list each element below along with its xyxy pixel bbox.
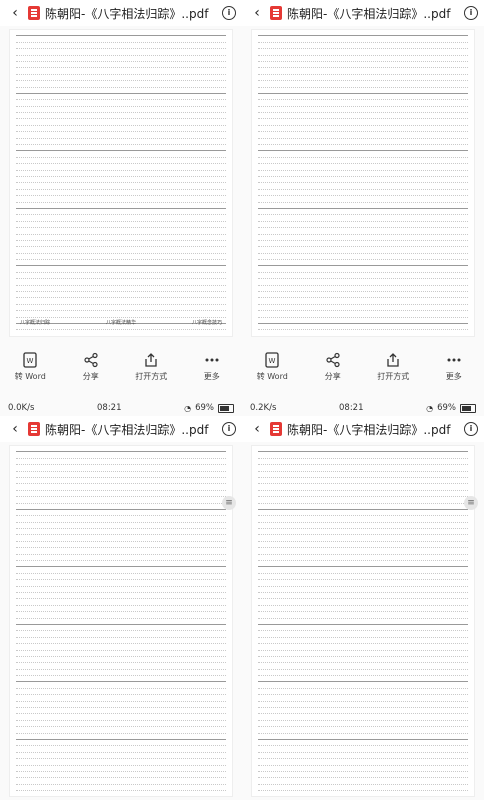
top-bar: ‹ 陈朝阳-《八字相法归踪》..pdf i: [0, 416, 242, 442]
pdf-page[interactable]: 八字概法归踪 八字概法精华 八字概念技巧: [10, 30, 232, 336]
word-convert-icon: W: [265, 352, 279, 368]
document-title: 陈朝阳-《八字相法归踪》..pdf: [287, 6, 451, 21]
action-label: 转 Word: [256, 372, 288, 381]
action-label: 更多: [445, 372, 462, 381]
toc-lines: [10, 446, 232, 796]
word-convert-icon: W: [23, 352, 37, 368]
top-bar: ‹ 陈朝阳-《八字相法归踪》..pdf i: [242, 0, 484, 26]
screenshot-grid: ‹ 陈朝阳-《八字相法归踪》..pdf i 八字概法归踪 八字概法精华 八字概念…: [0, 0, 484, 800]
action-label: 打开方式: [377, 372, 410, 381]
scroll-handle-icon[interactable]: ≡: [222, 496, 236, 510]
pdf-page[interactable]: [252, 30, 474, 336]
battery-text: 69%: [195, 403, 214, 413]
more-button[interactable]: 更多: [429, 352, 479, 382]
status-right: ◔ 69%: [184, 403, 234, 413]
toc-line: [16, 791, 226, 796]
svg-text:W: W: [27, 357, 34, 365]
wifi-icon: ◔: [184, 403, 192, 413]
page-footer: 八字概法归踪 八字概法精华 八字概念技巧: [20, 319, 222, 326]
top-bar: ‹ 陈朝阳-《八字相法归踪》..pdf i: [0, 0, 242, 26]
toc-lines: [252, 30, 474, 336]
status-right: ◔ 69%: [426, 403, 476, 413]
bottom-action-bar: W 转 Word 分享 打开方式 更多: [0, 348, 242, 400]
panel-top-right: ‹ 陈朝阳-《八字相法归踪》..pdf i W 转 Word 分享 打开方式 更…: [242, 0, 484, 400]
network-speed: 0.0K/s: [8, 403, 35, 413]
back-arrow-icon[interactable]: ‹: [6, 421, 24, 437]
action-label: 更多: [203, 372, 220, 381]
share-icon: [84, 352, 98, 368]
more-button[interactable]: 更多: [187, 352, 237, 382]
share-button[interactable]: 分享: [308, 352, 358, 382]
status-bar: 0.0K/s 08:21 ◔ 69%: [0, 400, 242, 416]
pdf-file-icon: [270, 6, 282, 20]
status-left: 0.2K/s: [250, 403, 276, 413]
document-title: 陈朝阳-《八字相法归踪》..pdf: [287, 422, 451, 437]
network-speed: 0.2K/s: [250, 403, 277, 413]
open-with-button[interactable]: 打开方式: [126, 352, 176, 382]
pdf-file-icon: [28, 422, 40, 436]
scroll-handle-icon[interactable]: ≡: [464, 496, 478, 510]
more-dots-icon: [205, 358, 219, 362]
toc-line: [16, 330, 226, 336]
toc-lines: [10, 30, 232, 336]
pdf-page[interactable]: [252, 446, 474, 796]
pdf-file-icon: [270, 422, 282, 436]
open-with-icon: [145, 353, 157, 367]
share-icon: [326, 352, 340, 368]
status-time: 08:21: [97, 403, 122, 413]
document-title: 陈朝阳-《八字相法归踪》..pdf: [45, 422, 209, 437]
status-time: 08:21: [339, 403, 364, 413]
pdf-file-icon: [28, 6, 40, 20]
svg-text:W: W: [269, 357, 276, 365]
info-icon[interactable]: i: [222, 6, 236, 20]
share-button[interactable]: 分享: [66, 352, 116, 382]
info-icon[interactable]: i: [464, 422, 478, 436]
convert-word-button[interactable]: W 转 Word: [5, 352, 55, 382]
toc-line: [258, 330, 468, 336]
wifi-icon: ◔: [426, 403, 434, 413]
battery-icon: [218, 403, 234, 413]
open-with-button[interactable]: 打开方式: [368, 352, 418, 382]
more-dots-icon: [447, 358, 461, 362]
info-icon[interactable]: i: [222, 422, 236, 436]
open-with-icon: [387, 353, 399, 367]
battery-text: 69%: [437, 403, 456, 413]
back-arrow-icon[interactable]: ‹: [6, 5, 24, 21]
toc-line: [258, 791, 468, 796]
panel-top-left: ‹ 陈朝阳-《八字相法归踪》..pdf i 八字概法归踪 八字概法精华 八字概念…: [0, 0, 242, 400]
back-arrow-icon[interactable]: ‹: [248, 5, 266, 21]
pdf-page[interactable]: [10, 446, 232, 796]
status-bar: 0.2K/s 08:21 ◔ 69%: [242, 400, 484, 416]
document-title: 陈朝阳-《八字相法归踪》..pdf: [45, 6, 209, 21]
footer-item: 八字概念技巧: [191, 320, 222, 326]
back-arrow-icon[interactable]: ‹: [248, 421, 266, 437]
toc-lines: [252, 446, 474, 796]
action-label: 分享: [82, 372, 99, 381]
battery-icon: [460, 403, 476, 413]
footer-item: 八字概法归踪: [20, 320, 51, 326]
action-label: 分享: [324, 372, 341, 381]
panel-bottom-left: 0.0K/s 08:21 ◔ 69% ‹ 陈朝阳-《八字相法归踪》..pdf i …: [0, 400, 242, 800]
footer-item: 八字概法精华: [105, 320, 136, 326]
top-bar: ‹ 陈朝阳-《八字相法归踪》..pdf i: [242, 416, 484, 442]
info-icon[interactable]: i: [464, 6, 478, 20]
convert-word-button[interactable]: W 转 Word: [247, 352, 297, 382]
bottom-action-bar: W 转 Word 分享 打开方式 更多: [242, 348, 484, 400]
panel-bottom-right: 0.2K/s 08:21 ◔ 69% ‹ 陈朝阳-《八字相法归踪》..pdf i …: [242, 400, 484, 800]
action-label: 打开方式: [135, 372, 168, 381]
status-left: 0.0K/s: [8, 403, 34, 413]
action-label: 转 Word: [14, 372, 46, 381]
